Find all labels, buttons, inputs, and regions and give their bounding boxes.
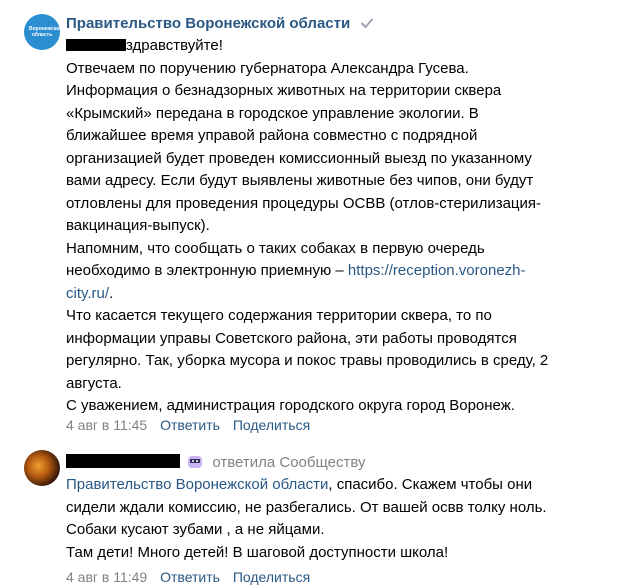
text-line: С уважением, администрация городского ок… [66,397,515,414]
text-line: вакцинация-выпуск). [66,217,210,234]
reply-button[interactable]: Ответить [160,569,220,585]
text-line: Собаки кусают зубами , а не яйцами. [66,521,325,538]
comment-text: Правительство Воронежской области, спаси… [66,474,611,564]
text-line: Напомним, что сообщать о таких собаках в… [66,239,485,257]
text-line: Информация о безнадзорных животных на те… [66,82,502,99]
mention-link[interactable]: Правительство Воронежской области [66,476,328,493]
text-line: организацией будет проведен комиссионный… [66,149,532,167]
text-line: регулярно. Так, уборка мусора и покос тр… [66,352,549,369]
share-button[interactable]: Поделиться [233,569,310,585]
comment-date[interactable]: 4 авг в 11:49 [66,569,147,585]
link-line: необходимо в электронную приемную – http… [66,262,526,279]
reply-button[interactable]: Ответить [160,417,220,433]
text-line: сидели ждали комиссию, не разбегались. О… [66,498,547,516]
author-line: Правительство Воронежской области [66,14,374,34]
author-line: ответила Сообществу [66,453,366,473]
link-line-cont: city.ru/. [66,284,114,302]
comment-text: здравствуйте! Отвечаем по поручению губе… [66,35,611,418]
avatar-label: Воронежская область [29,26,60,38]
author-name[interactable]: Правительство Воронежской области [66,15,350,32]
redacted-name [66,39,126,51]
text-line: августа. [66,374,122,392]
ghost-sticker-icon [188,456,203,468]
text-line: Правительство Воронежской области, спаси… [66,476,533,493]
comment-meta: 4 авг в 11:49 Ответить Поделиться [66,568,310,586]
text-line: «Крымский» передана в городское управлен… [66,104,479,122]
comment-date[interactable]: 4 авг в 11:45 [66,417,147,433]
text-line: Там дети! Много детей! В шаговой доступн… [66,543,449,561]
text-line: информации управы Советского района, эти… [66,329,517,347]
author-avatar[interactable] [24,450,60,486]
author-avatar[interactable]: Воронежская область [24,14,60,50]
comment-meta: 4 авг в 11:45 Ответить Поделиться [66,416,310,434]
text-line: Отвечаем по поручению губернатора Алекса… [66,59,469,77]
text-line: Что касается текущего содержания террито… [66,307,492,324]
text-line: вами адресу. Если будут выявлены животны… [66,172,534,189]
text-line: отловлены для проведения процедуры ОСВВ … [66,194,542,212]
reception-link-cont[interactable]: city.ru/ [66,285,109,302]
greeting-line: здравствуйте! [66,35,611,58]
verified-icon [361,18,374,28]
replied-to-label: ответила Сообществу [212,454,366,471]
redacted-author-name[interactable] [66,454,180,468]
text-line: ближайшее время управой района совместно… [66,127,478,144]
reception-link[interactable]: https://reception.voronezh- [348,262,526,279]
share-button[interactable]: Поделиться [233,417,310,433]
